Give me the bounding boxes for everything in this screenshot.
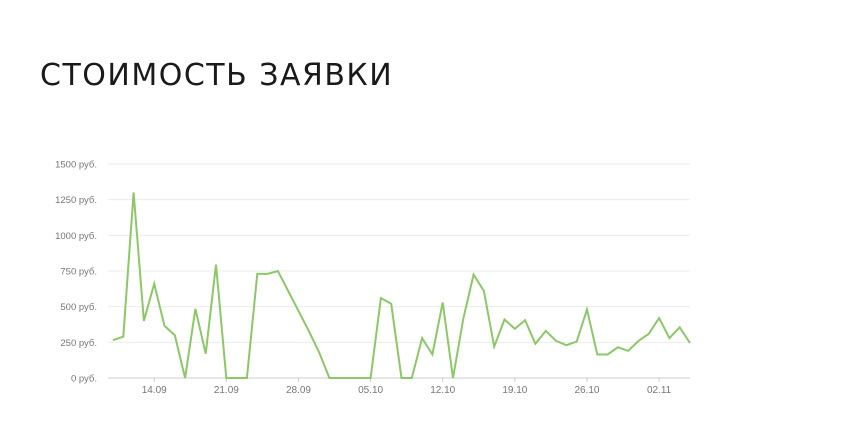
x-tick-label: 19.10 [502,385,527,396]
y-tick-label: 1000 руб. [55,231,97,242]
y-tick-label: 250 руб. [60,338,97,349]
x-tick-label: 21.09 [214,385,239,396]
x-tick-label: 26.10 [574,385,599,396]
page-title: СТОИМОСТЬ ЗАЯВКИ [40,58,394,93]
y-axis-ticks: 0 руб. 250 руб. 500 руб. 750 руб. 1000 руб. 1… [55,160,97,385]
chart-svg: 0 руб. 250 руб. 500 руб. 750 руб. 1000 руб. 1… [55,160,691,396]
series-lines [112,192,691,379]
x-tick-label: 12.10 [430,385,455,396]
y-tick-label: 500 руб. [60,302,97,313]
y-tick-label: 1500 руб. [55,160,97,171]
y-tick-label: 0 руб. [71,374,97,385]
x-tick-label: 28.09 [286,385,311,396]
x-tick-label: 14.09 [142,385,167,396]
x-axis-ticks: 14.09 21.09 28.09 05.10 12.10 19.10 26.10 02.11 [142,378,672,396]
series-line [112,192,691,379]
y-tick-label: 1250 руб. [55,195,97,206]
x-tick-label: 02.11 [647,385,672,396]
grid-lines [108,163,690,379]
chart: 0 руб. 250 руб. 500 руб. 750 руб. 1000 руб. 1… [0,140,860,425]
x-tick-label: 05.10 [358,385,383,396]
y-tick-label: 750 руб. [60,267,97,278]
